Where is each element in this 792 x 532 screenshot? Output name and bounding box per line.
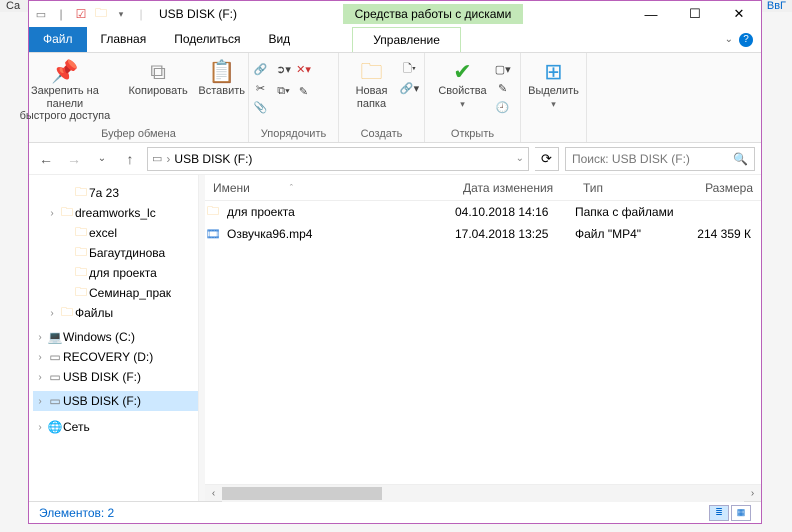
tree-item[interactable]: excel xyxy=(89,226,117,240)
nav-up-button[interactable]: ↑ xyxy=(119,148,141,170)
list-item[interactable]: 🗀для проекта 04.10.2018 14:16 Папка с фа… xyxy=(205,201,761,223)
scroll-left-icon[interactable]: ‹ xyxy=(205,488,222,499)
maximize-button[interactable]: ☐ xyxy=(673,1,717,27)
video-file-icon: 🎞 xyxy=(205,226,221,242)
newfolder-button[interactable]: 🗀 Новаяпапка xyxy=(346,57,398,112)
pin-icon: 📌 xyxy=(51,59,78,85)
nav-forward-button[interactable]: → xyxy=(63,148,85,170)
rename-icon[interactable]: ✎ xyxy=(296,83,312,99)
tab-view[interactable]: Вид xyxy=(254,27,304,52)
moveto-icon[interactable]: ➲▾ xyxy=(276,61,292,77)
address-text: USB DISK (F:) xyxy=(174,152,252,166)
tab-share[interactable]: Поделиться xyxy=(160,27,254,52)
tree-item[interactable]: RECOVERY (D:) xyxy=(63,350,153,364)
qat-check-icon[interactable]: ☑ xyxy=(73,6,89,22)
tree-item[interactable]: USB DISK (F:) xyxy=(63,370,141,384)
tree-item[interactable]: Файлы xyxy=(75,306,113,320)
qat-dropdown[interactable]: ▾ xyxy=(113,6,129,22)
qat-sep: | xyxy=(53,6,69,22)
contextual-tab-label: Средства работы с дисками xyxy=(343,4,524,24)
close-button[interactable]: ✕ xyxy=(717,1,761,27)
select-button[interactable]: ⊞ Выделить▾ xyxy=(524,57,583,112)
edit-icon[interactable]: ✎ xyxy=(495,80,511,96)
ribbon: 📌 Закрепить на панелибыстрого доступа ⧉ … xyxy=(29,53,761,143)
group-clipboard: Буфер обмена xyxy=(101,126,176,140)
paste-icon: 📋 xyxy=(208,59,235,85)
file-list-pane: Имени ˆ Дата изменения Тип Размера 🗀для п… xyxy=(205,175,761,501)
explorer-window: ▭ | ☑ 🗀 ▾ | USB DISK (F:) Средства работ… xyxy=(28,0,762,524)
view-icons-button[interactable]: ▦ xyxy=(731,505,751,521)
tree-item[interactable]: Windows (C:) xyxy=(63,330,135,344)
nav-back-button[interactable]: ← xyxy=(35,148,57,170)
tree-item[interactable]: для проекта xyxy=(89,266,157,280)
column-headers[interactable]: Имени ˆ Дата изменения Тип Размера xyxy=(205,175,761,201)
horizontal-scrollbar[interactable]: ‹ › xyxy=(205,484,761,501)
open-icon[interactable]: ▢▾ xyxy=(495,61,511,77)
properties-icon: ✔ xyxy=(453,59,471,85)
newitem-icon[interactable]: 🗋▾ xyxy=(402,61,418,77)
easyaccess-icon[interactable]: 🔗▾ xyxy=(402,80,418,96)
search-icon: 🔍 xyxy=(733,152,748,166)
drive-icon: ▭ xyxy=(33,6,49,22)
address-bar[interactable]: ▭ › USB DISK (F:) ⌄ xyxy=(147,147,529,171)
ribbon-collapse-icon[interactable]: ⌄ xyxy=(725,34,733,45)
tree-item[interactable]: dreamworks_lc xyxy=(75,206,156,220)
pin-quickaccess-button[interactable]: 📌 Закрепить на панелибыстрого доступа xyxy=(9,57,122,125)
col-name[interactable]: Имени xyxy=(213,181,250,195)
delete-icon[interactable]: ✕▾ xyxy=(296,61,312,77)
view-details-button[interactable]: ≣ xyxy=(709,505,729,521)
copy-button[interactable]: ⧉ Копировать xyxy=(125,57,191,100)
list-item[interactable]: 🎞Озвучка96.mp4 17.04.2018 13:25 Файл "MP… xyxy=(205,223,761,245)
col-type[interactable]: Тип xyxy=(575,181,687,195)
col-date[interactable]: Дата изменения xyxy=(455,181,575,195)
group-organize: Упорядочить xyxy=(261,126,326,140)
group-open: Открыть xyxy=(451,126,494,140)
folder-icon: 🗀 xyxy=(205,204,221,220)
ribbon-tabs: Файл Главная Поделиться Вид Управление ⌄… xyxy=(29,27,761,53)
tree-item[interactable]: 7а 23 xyxy=(89,186,119,200)
copy-icon: ⧉ xyxy=(150,59,166,85)
minimize-button[interactable]: — xyxy=(629,1,673,27)
address-dropdown-icon[interactable]: ⌄ xyxy=(516,153,524,164)
tree-item[interactable]: Семинар_прак xyxy=(89,286,171,300)
refresh-button[interactable]: ⟳ xyxy=(535,147,559,171)
qat-sep2: | xyxy=(133,6,149,22)
tree-item[interactable]: Багаутдинова xyxy=(89,246,165,260)
newfolder-icon: 🗀 xyxy=(360,59,382,85)
tab-manage[interactable]: Управление xyxy=(352,27,461,52)
file-list[interactable]: 🗀для проекта 04.10.2018 14:16 Папка с фа… xyxy=(205,201,761,484)
select-icon: ⊞ xyxy=(544,59,562,85)
search-input[interactable]: Поиск: USB DISK (F:) 🔍 xyxy=(565,147,755,171)
col-size[interactable]: Размера xyxy=(687,181,761,195)
tab-home[interactable]: Главная xyxy=(87,27,161,52)
paste-button[interactable]: 📋 Вставить xyxy=(195,57,248,100)
group-create: Создать xyxy=(361,126,403,140)
address-bar-row: ← → ⌄ ↑ ▭ › USB DISK (F:) ⌄ ⟳ Поиск: USB… xyxy=(29,143,761,175)
tab-file[interactable]: Файл xyxy=(29,27,87,52)
nav-tree[interactable]: 🗀7а 23 ›🗀dreamworks_lc 🗀excel 🗀Багаутдин… xyxy=(29,175,199,501)
copyto-icon[interactable]: ⧉▾ xyxy=(276,83,292,99)
titlebar: ▭ | ☑ 🗀 ▾ | USB DISK (F:) Средства работ… xyxy=(29,1,761,27)
sort-indicator-icon: ˆ xyxy=(290,183,293,193)
scroll-thumb[interactable] xyxy=(222,487,382,500)
tree-item[interactable]: Сеть xyxy=(63,420,90,434)
drive-icon: ▭ xyxy=(152,152,162,165)
history-icon[interactable]: 🕘 xyxy=(495,99,511,115)
scroll-right-icon[interactable]: › xyxy=(744,488,761,499)
window-title: USB DISK (F:) xyxy=(153,7,237,21)
properties-button[interactable]: ✔ Свойства▾ xyxy=(434,57,490,112)
nav-recent-button[interactable]: ⌄ xyxy=(91,148,113,170)
status-bar: Элементов: 2 ≣ ▦ xyxy=(29,501,761,523)
help-icon[interactable]: ? xyxy=(739,33,753,47)
status-text: Элементов: 2 xyxy=(39,506,114,520)
qat-folder-icon[interactable]: 🗀 xyxy=(93,6,109,22)
search-placeholder: Поиск: USB DISK (F:) xyxy=(572,152,690,166)
tree-item-selected[interactable]: USB DISK (F:) xyxy=(63,394,141,408)
